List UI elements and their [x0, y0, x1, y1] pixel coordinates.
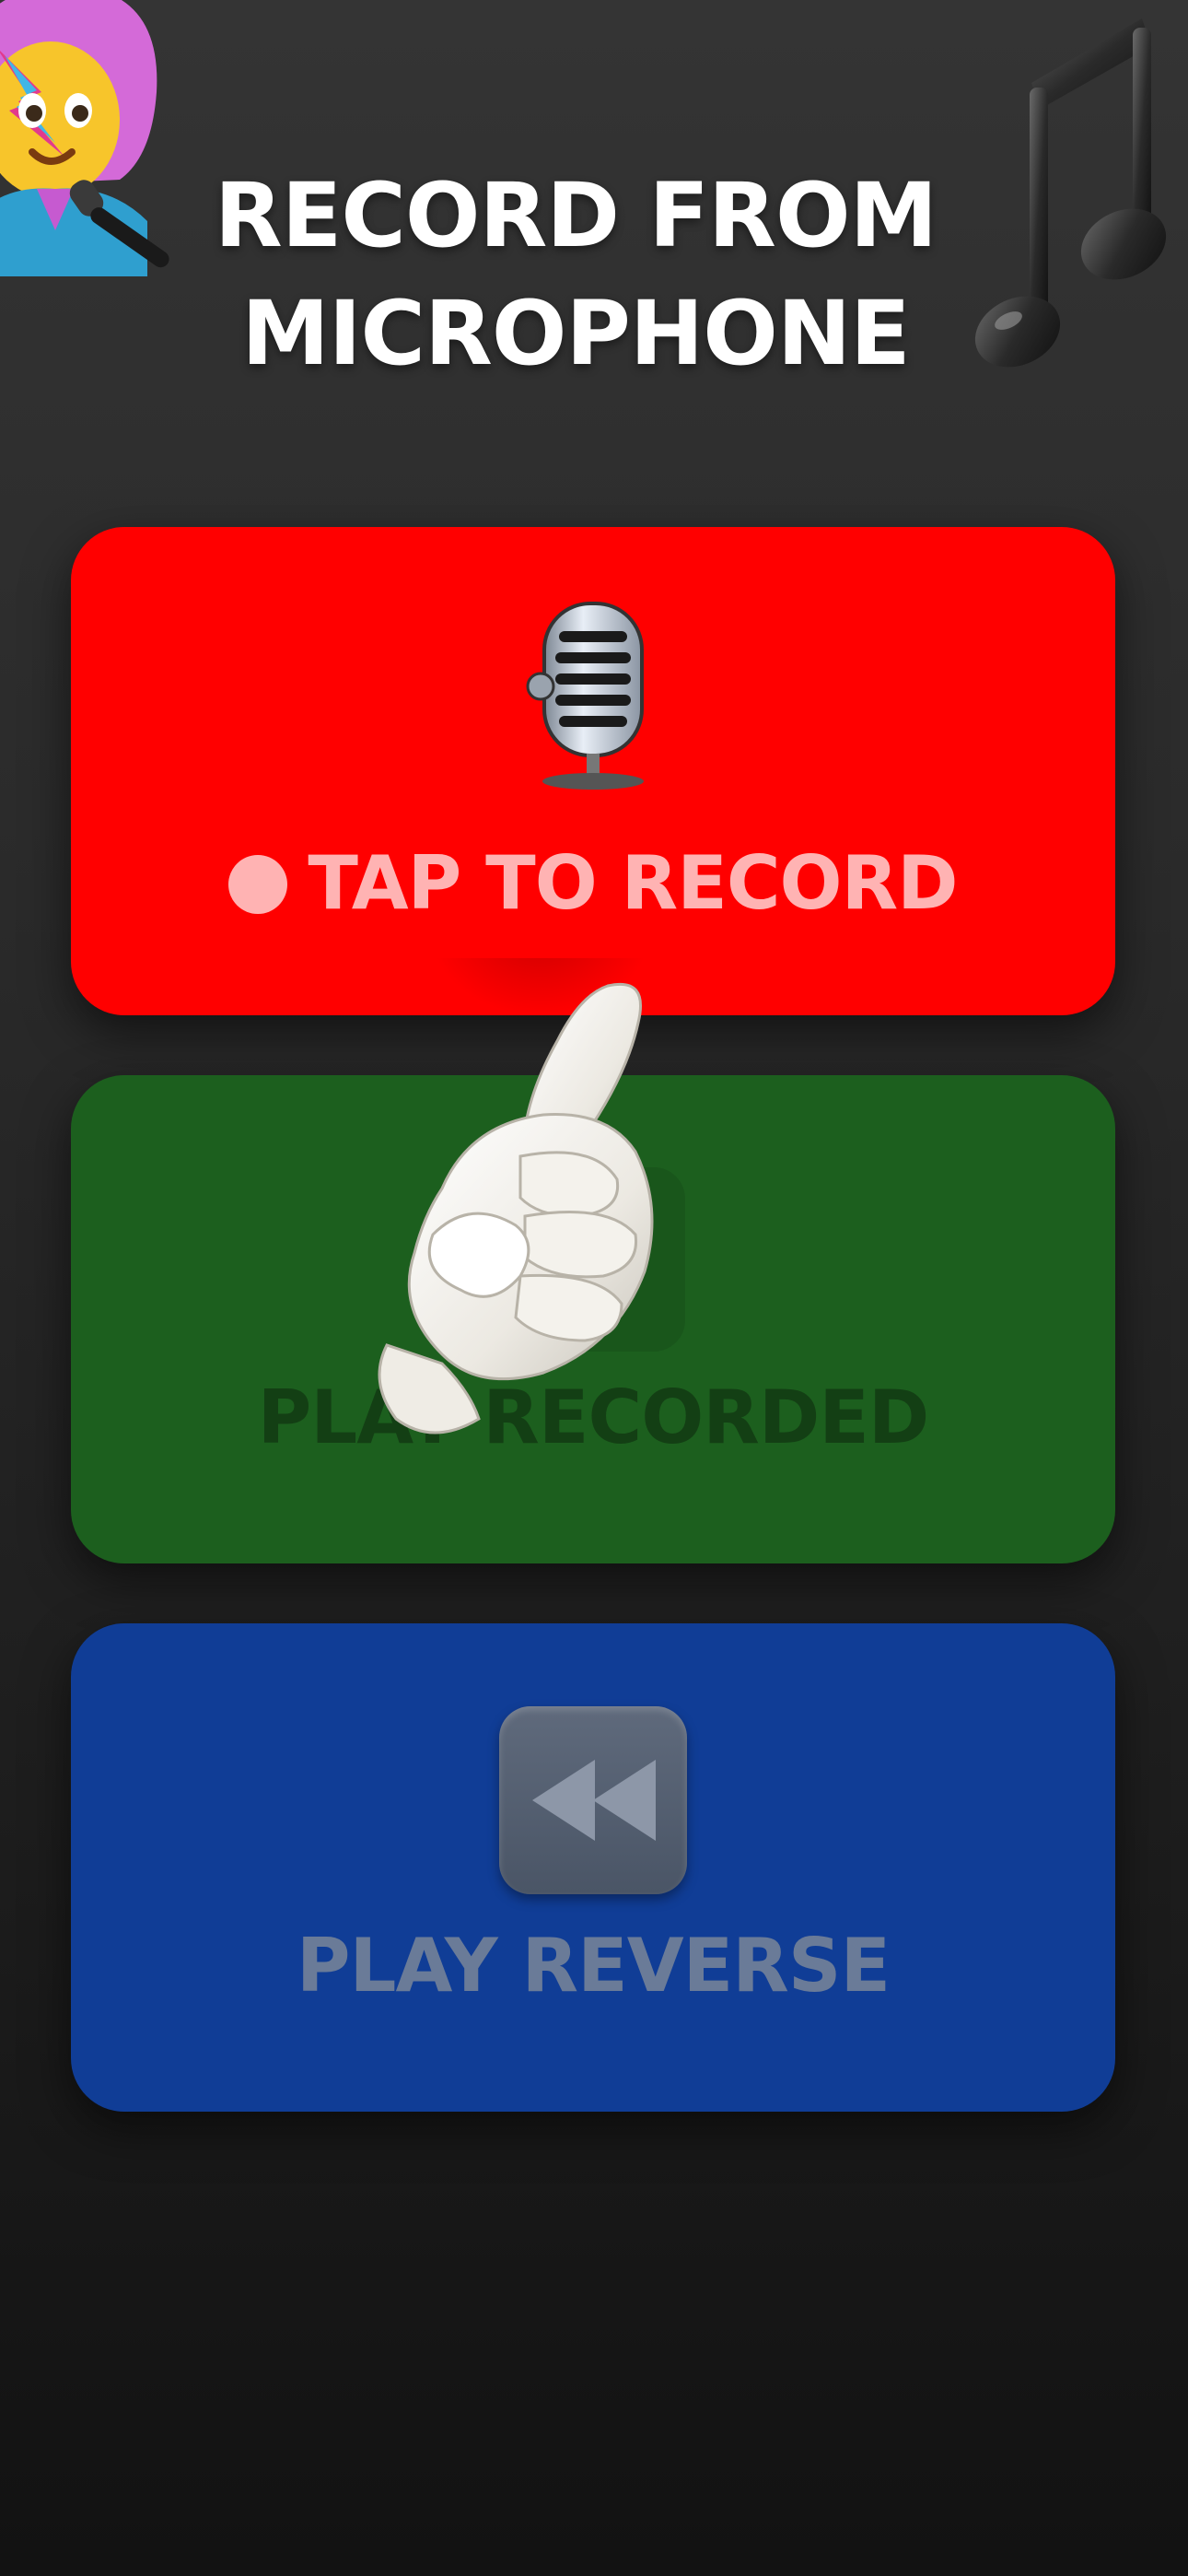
- record-label-text: TAP TO RECORD: [308, 840, 958, 926]
- musical-notes-icon: [967, 0, 1188, 387]
- play-reverse-label: PLAY REVERSE: [296, 1923, 891, 2008]
- record-button[interactable]: TAP TO RECORD: [71, 527, 1115, 1015]
- record-dot-icon: [228, 855, 288, 914]
- record-button-label: TAP TO RECORD: [71, 840, 1115, 926]
- rewind-icon: [499, 1706, 687, 1894]
- page-title-line-1: RECORD FROM: [214, 164, 938, 267]
- studio-microphone-icon: [524, 599, 662, 792]
- singer-emoji-icon: [0, 0, 203, 313]
- pointing-hand-icon: [332, 912, 681, 1456]
- play-reverse-button[interactable]: PLAY REVERSE: [71, 1623, 1115, 2112]
- page-title-line-2: MICROPHONE: [241, 282, 910, 385]
- page-title: RECORD FROM MICROPHONE: [180, 157, 972, 392]
